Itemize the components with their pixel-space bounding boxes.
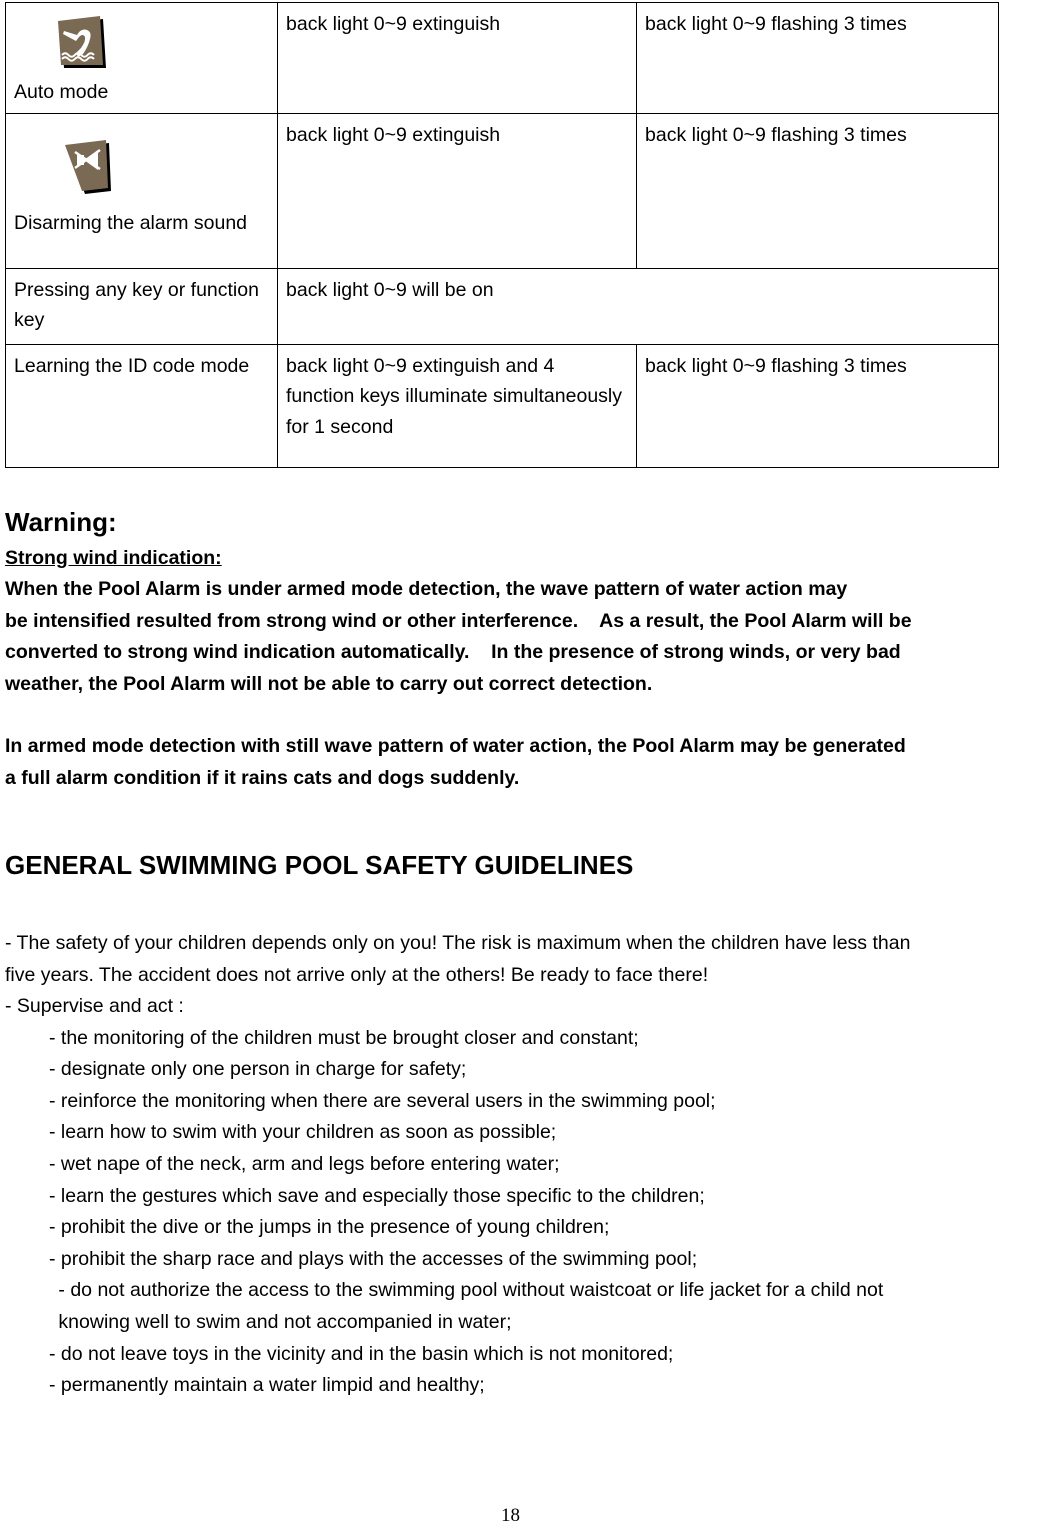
list-item: - the monitoring of the children must be…	[49, 1026, 639, 1049]
guidelines-section: - The safety of your children depends on…	[5, 928, 1060, 1402]
table-row: Pressing any key or function key back li…	[5, 268, 999, 346]
guidelines-intro: - The safety of your children depends on…	[5, 932, 911, 986]
list-item: - prohibit the sharp race and plays with…	[49, 1247, 698, 1270]
page-title: GENERAL SWIMMING POOL SAFETY GUIDELINES	[5, 850, 634, 880]
diver-over-water-icon	[54, 13, 106, 75]
table-cell-armed-state: back light 0~9 extinguish	[277, 1, 637, 115]
list-item: - wet nape of the neck, arm and legs bef…	[49, 1153, 560, 1176]
table-cell-mode: Learning the ID code mode	[5, 344, 278, 469]
page-number: 18	[501, 1505, 520, 1526]
mode-label: Pressing any key or function key	[14, 279, 259, 332]
document-page: Auto mode back light 0~9 extinguish back…	[0, 0, 1063, 1539]
table-cell-armed-state: back light 0~9 extinguish and 4 function…	[277, 344, 637, 469]
table-cell-alarm-state: back light 0~9 flashing 3 times	[636, 113, 999, 270]
list-item: - learn the gestures which save and espe…	[49, 1184, 705, 1207]
table-row: Auto mode back light 0~9 extinguish back…	[5, 1, 999, 115]
table-cell-mode: Disarming the alarm sound	[5, 113, 278, 270]
table-row: Learning the ID code mode back light 0~9…	[5, 344, 999, 469]
list-item: - permanently maintain a water limpid an…	[49, 1374, 485, 1397]
muted-speaker-icon	[62, 136, 114, 198]
table-cell-armed-state: back light 0~9 extinguish	[277, 113, 637, 270]
table-cell-alarm-state: back light 0~9 flashing 3 times	[636, 1, 999, 115]
table-cell-mode: Pressing any key or function key	[5, 268, 278, 346]
list-item: - designate only one person in charge fo…	[49, 1058, 467, 1081]
table-cell-armed-state-merged: back light 0~9 will be on	[277, 268, 999, 346]
mode-status-table: Auto mode back light 0~9 extinguish back…	[5, 1, 999, 469]
mode-label: Disarming the alarm sound	[14, 212, 248, 235]
mode-label: Learning the ID code mode	[14, 355, 250, 378]
warning-paragraph-2: In armed mode detection with still wave …	[5, 735, 906, 789]
table-cell-alarm-state: back light 0~9 flashing 3 times	[636, 344, 999, 469]
guidelines-supervise: - Supervise and act :	[5, 995, 184, 1018]
list-item: - reinforce the monitoring when there ar…	[49, 1089, 716, 1112]
table-cell-mode: Auto mode	[5, 1, 278, 115]
list-item: - learn how to swim with your children a…	[49, 1121, 557, 1144]
strong-wind-subheading: Strong wind indication:	[5, 546, 222, 569]
list-item: - do not leave toys in the vicinity and …	[49, 1342, 674, 1365]
warning-paragraph-1: When the Pool Alarm is under armed mode …	[5, 578, 912, 695]
list-item: - prohibit the dive or the jumps in the …	[49, 1216, 610, 1239]
table-row: Disarming the alarm sound back light 0~9…	[5, 113, 999, 270]
warning-section: Warning: Strong wind indication: When th…	[5, 506, 1060, 795]
list-item-wrapped: - do not authorize the access to the swi…	[58, 1279, 884, 1333]
mode-label: Auto mode	[14, 81, 109, 103]
warning-title: Warning:	[5, 507, 117, 537]
